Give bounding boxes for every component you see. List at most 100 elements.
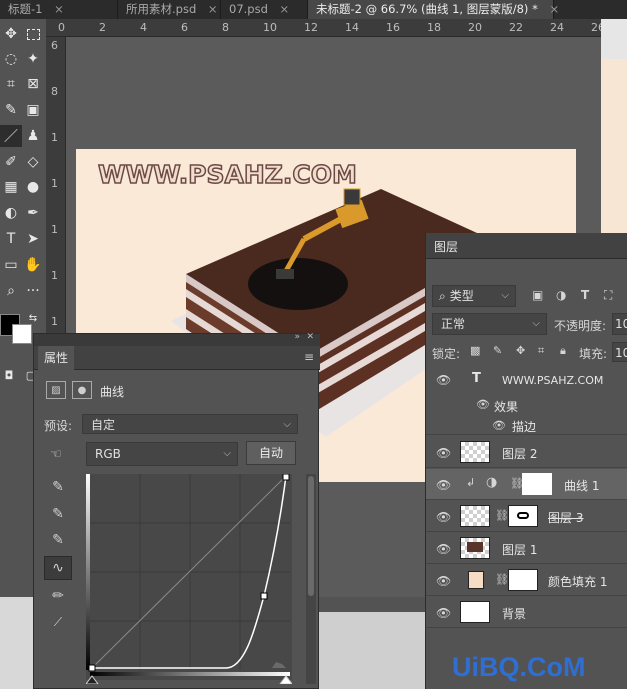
- close-icon[interactable]: ×: [549, 2, 559, 16]
- fill-field[interactable]: 100: [612, 342, 627, 362]
- visibility-eye-icon[interactable]: 👁︎: [436, 510, 451, 524]
- adjustment-filter-icon[interactable]: ◑: [556, 288, 566, 302]
- lock-pixels-icon[interactable]: ✎: [493, 344, 502, 357]
- close-icon[interactable]: ×: [208, 2, 218, 16]
- gradient-tool-icon[interactable]: ▦: [2, 178, 20, 196]
- magic-wand-icon[interactable]: ✦: [24, 50, 42, 68]
- collapse-icon[interactable]: »: [294, 332, 300, 342]
- layer-name: 背景: [502, 607, 527, 621]
- spot-heal-icon[interactable]: ▣: [24, 101, 42, 119]
- layer-mask-thumbnail[interactable]: [522, 473, 552, 495]
- lasso-tool-icon[interactable]: ◌: [2, 50, 20, 68]
- visibility-eye-icon[interactable]: 👁︎: [436, 606, 451, 620]
- smooth-curve-icon[interactable]: ⟋: [48, 612, 68, 632]
- channel-dropdown[interactable]: RGB ⌵: [86, 442, 238, 466]
- crop-tool-icon[interactable]: ⌗: [2, 75, 20, 93]
- move-tool-icon[interactable]: ✥: [2, 25, 20, 43]
- type-filter-icon[interactable]: T: [581, 288, 589, 302]
- layer-effect-stroke-row[interactable]: 👁︎ 描边: [426, 415, 627, 435]
- preset-dropdown[interactable]: 自定 ⌵: [82, 414, 298, 434]
- chevron-down-icon: ⌵: [223, 448, 231, 459]
- close-icon[interactable]: ✕: [306, 332, 314, 342]
- artwork-title-text: WWW.PSAHZ.COM: [98, 160, 357, 189]
- tab-properties[interactable]: 属性: [38, 346, 75, 370]
- quick-mask-icon[interactable]: ◘: [0, 366, 18, 384]
- layer-row-text[interactable]: 👁︎ T WWW.PSAHZ.COM: [426, 369, 627, 391]
- ruler-mark: 1: [51, 223, 58, 236]
- opacity-field[interactable]: 100: [612, 313, 627, 335]
- visibility-eye-icon[interactable]: 👁︎: [436, 373, 451, 387]
- hand-tool-icon[interactable]: ✋: [24, 256, 42, 274]
- tab-label: 未标题-2 @ 66.7% (曲线 1, 图层蒙版/8) *: [316, 2, 538, 16]
- curve-edit-icon[interactable]: ∿: [44, 556, 72, 580]
- visibility-eye-icon[interactable]: 👁︎: [436, 542, 451, 556]
- more-tools-icon[interactable]: ···: [24, 282, 42, 300]
- dodge-tool-icon[interactable]: ◐: [2, 204, 20, 222]
- eyedropper-tool-icon[interactable]: ✎: [2, 101, 20, 119]
- brush-tool-icon[interactable]: ／: [0, 125, 22, 147]
- link-icon[interactable]: ⛓︎: [495, 573, 509, 586]
- lock-position-icon[interactable]: ✥: [516, 344, 525, 357]
- layer-row[interactable]: 👁︎ 图层 1: [426, 533, 627, 564]
- layer-row[interactable]: 👁︎ 图层 2: [426, 437, 627, 468]
- channel-value: RGB: [95, 447, 121, 461]
- ruler-mark: 22: [509, 21, 523, 34]
- close-icon[interactable]: ×: [54, 2, 64, 16]
- visibility-eye-icon[interactable]: 👁︎: [476, 398, 490, 411]
- tab-untitled-2[interactable]: 未标题-2 @ 66.7% (曲线 1, 图层蒙版/8) * ×: [308, 0, 559, 19]
- black-point-eyedropper-icon[interactable]: ✎: [48, 477, 68, 497]
- eraser-tool-icon[interactable]: ◇: [24, 153, 42, 171]
- link-icon[interactable]: ⛓︎: [495, 509, 509, 522]
- zoom-tool-icon[interactable]: ⌕: [2, 282, 20, 300]
- gray-point-eyedropper-icon[interactable]: ✎: [48, 504, 68, 524]
- layer-mask-thumbnail[interactable]: [508, 505, 538, 527]
- tab-untitled-1[interactable]: 标题-1 ×: [0, 0, 118, 19]
- tab-07-psd[interactable]: 07.psd ×: [221, 0, 308, 19]
- blend-mode-dropdown[interactable]: 正常 ⌵: [432, 313, 547, 335]
- marquee-tool-icon[interactable]: [24, 25, 42, 43]
- shape-filter-icon[interactable]: ⛶: [604, 288, 612, 303]
- ruler-mark: 1: [51, 315, 58, 328]
- frame-tool-icon[interactable]: ⊠: [24, 75, 42, 93]
- path-select-icon[interactable]: ➤: [24, 230, 42, 248]
- layer-effects-row[interactable]: 👁︎ 效果: [426, 395, 627, 414]
- mask-icon[interactable]: ●: [72, 381, 92, 399]
- image-filter-icon[interactable]: ▣: [532, 288, 543, 302]
- effects-label: 效果: [494, 400, 519, 414]
- white-point-eyedropper-icon[interactable]: ✎: [48, 530, 68, 550]
- stamp-tool-icon[interactable]: ♟: [24, 127, 42, 145]
- layer-row[interactable]: 👁︎ ⛓︎ 图层 3: [426, 501, 627, 532]
- adjustment-layer-icon: ◑: [486, 475, 498, 490]
- layer-mask-thumbnail[interactable]: [508, 569, 538, 591]
- layer-row-background[interactable]: 👁︎ 背景: [426, 597, 627, 628]
- lock-all-icon[interactable]: 🔒︎: [560, 344, 566, 358]
- panel-menu-icon[interactable]: ≡: [304, 350, 314, 364]
- visibility-eye-icon[interactable]: 👁︎: [436, 574, 451, 588]
- scrollbar-thumb[interactable]: [308, 476, 314, 596]
- scrollbar[interactable]: [306, 474, 316, 684]
- background-color-swatch[interactable]: [12, 324, 32, 344]
- blur-tool-icon[interactable]: ●: [24, 178, 42, 196]
- layer-filter-dropdown[interactable]: ⌕ 类型 ⌵: [432, 285, 516, 307]
- search-icon: ⌕: [439, 289, 446, 303]
- auto-button[interactable]: 自动: [246, 441, 296, 465]
- pencil-draw-icon[interactable]: ✏: [48, 586, 68, 606]
- swap-colors-icon[interactable]: ⇆: [24, 309, 42, 327]
- curves-graph[interactable]: [86, 474, 292, 684]
- tab-materials[interactable]: 所用素材.psd ×: [118, 0, 221, 19]
- visibility-eye-icon[interactable]: 👁︎: [492, 419, 506, 432]
- targeted-adjustment-icon[interactable]: ☜: [46, 444, 66, 464]
- visibility-eye-icon[interactable]: 👁︎: [436, 446, 451, 460]
- layer-row-selected[interactable]: 👁︎ ↲ ◑ ⛓︎ 曲线 1: [426, 469, 627, 500]
- visibility-eye-icon[interactable]: 👁︎: [436, 478, 451, 492]
- tab-layers[interactable]: 图层: [434, 238, 458, 255]
- fill-value: 100: [615, 346, 627, 360]
- shape-tool-icon[interactable]: ▭: [2, 256, 20, 274]
- lock-artboard-icon[interactable]: ⌗: [538, 344, 544, 358]
- pen-tool-icon[interactable]: ✒: [24, 204, 42, 222]
- layer-row[interactable]: 👁︎ ⛓︎ 颜色填充 1: [426, 565, 627, 596]
- history-brush-icon[interactable]: ✐: [2, 153, 20, 171]
- type-tool-icon[interactable]: T: [2, 230, 20, 248]
- lock-transparent-icon[interactable]: ▩: [470, 344, 480, 357]
- close-icon[interactable]: ×: [280, 2, 290, 16]
